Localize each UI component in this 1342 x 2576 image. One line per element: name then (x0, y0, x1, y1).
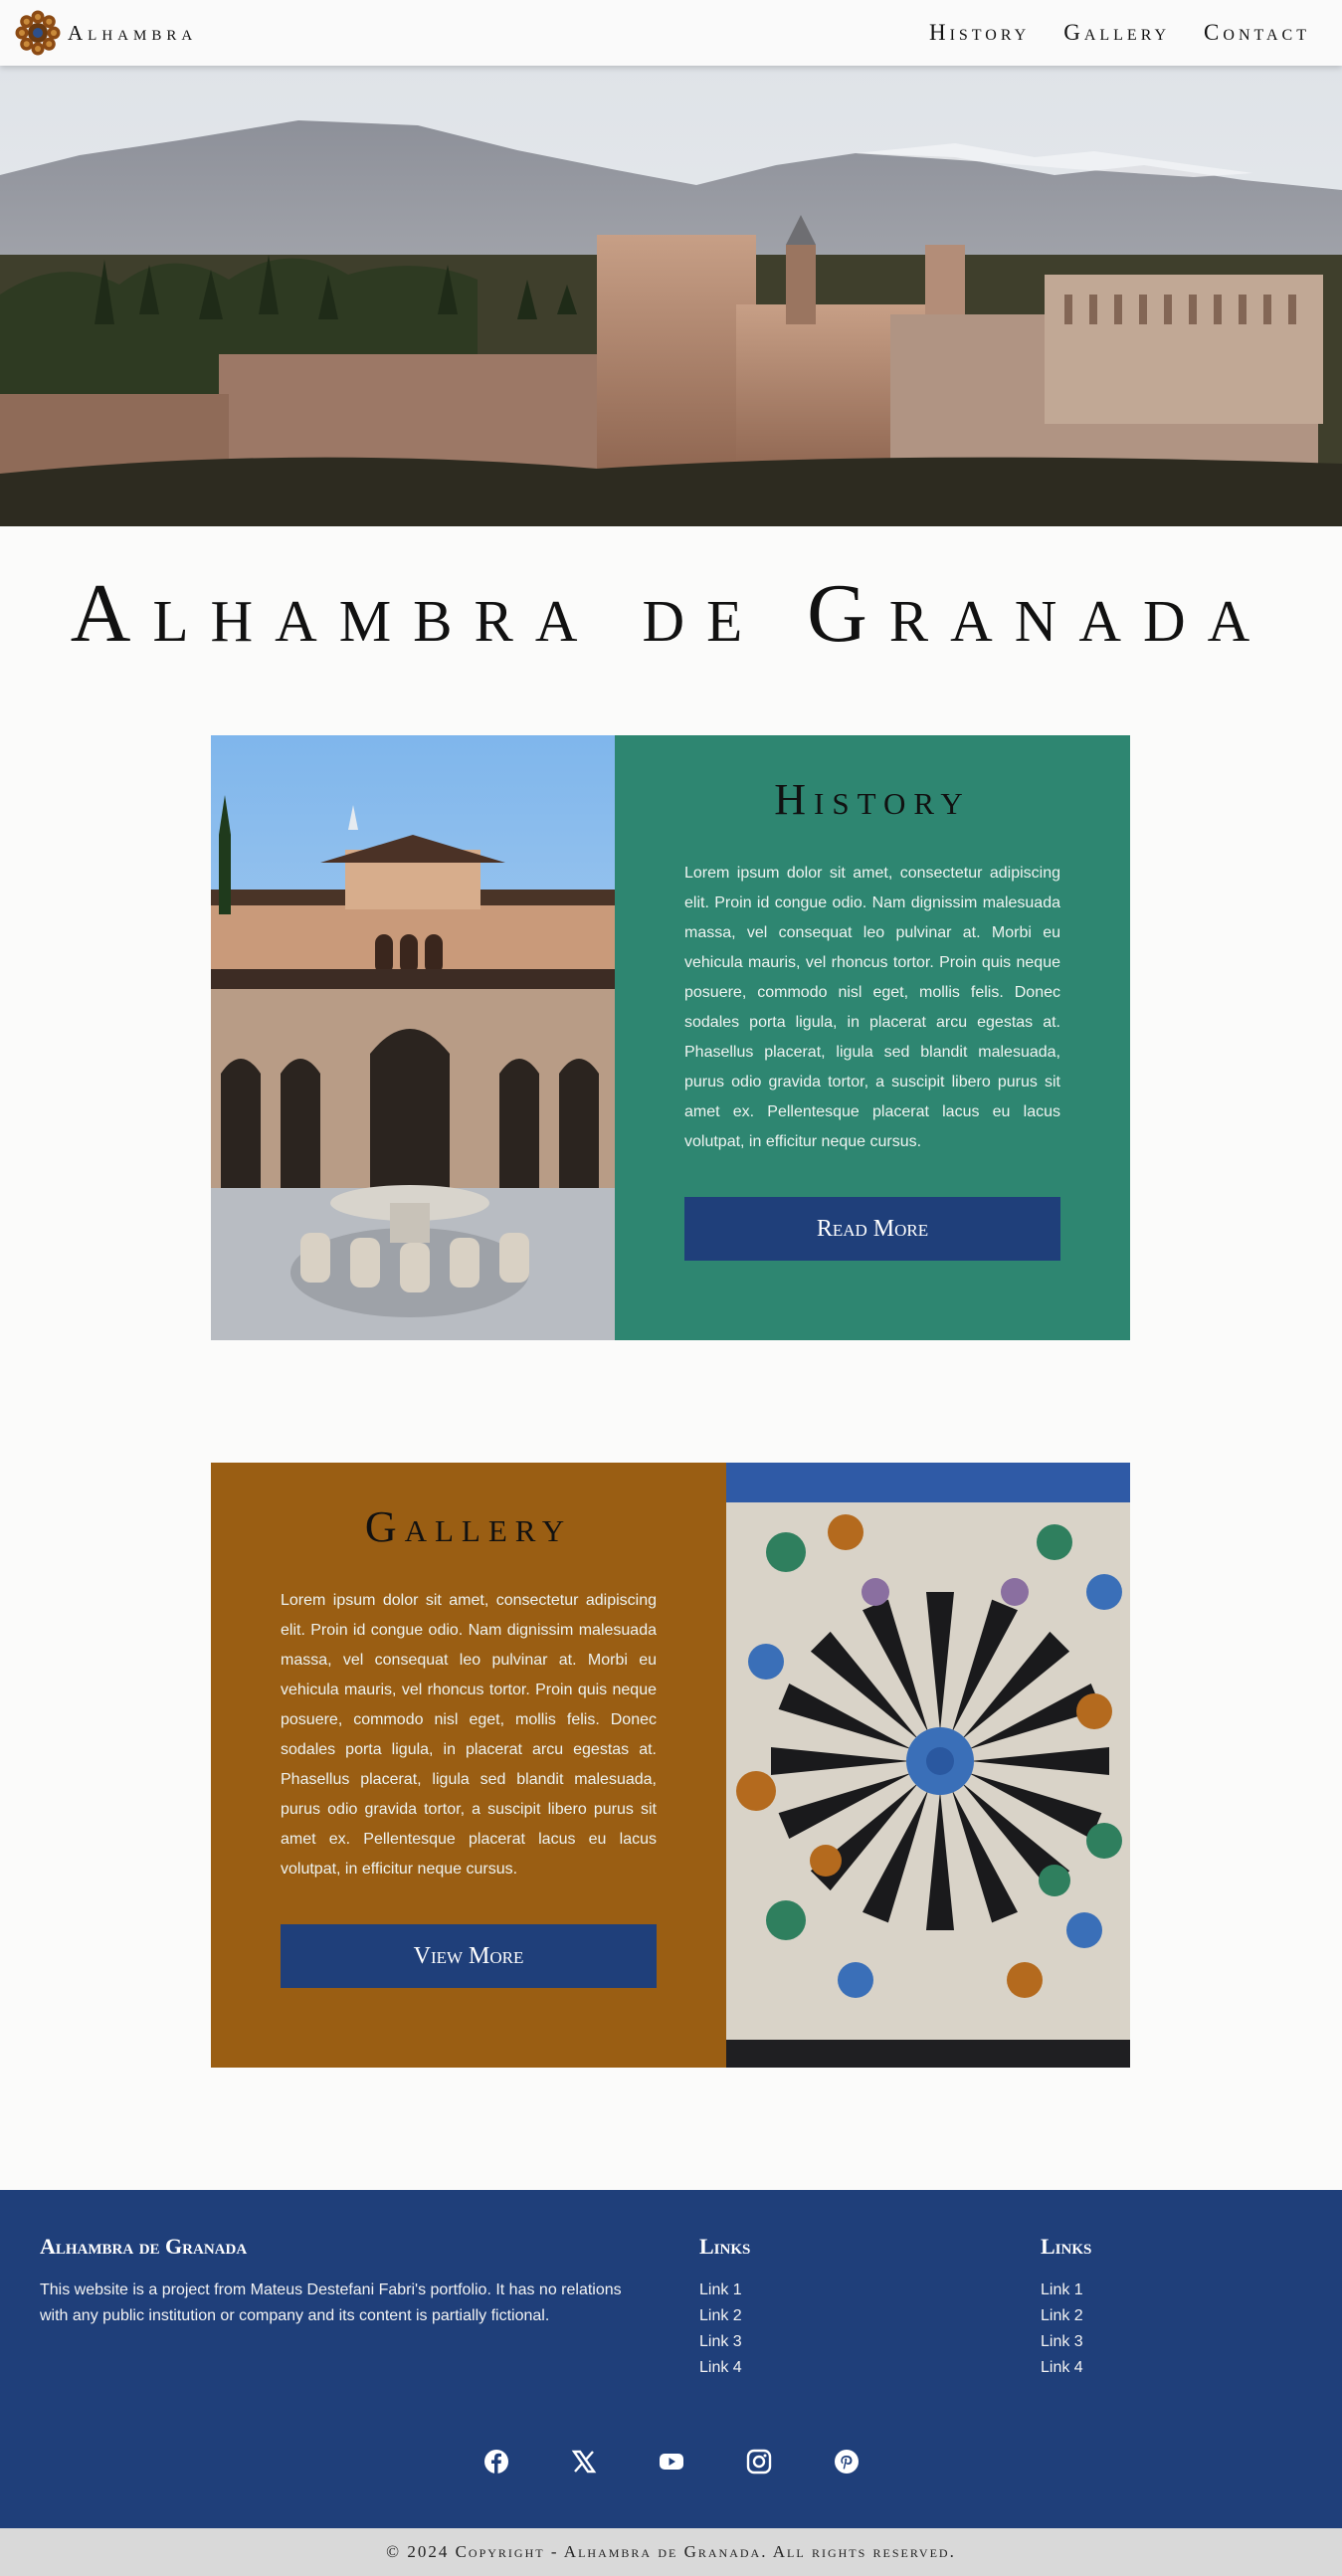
facebook-icon[interactable] (483, 2449, 509, 2475)
pinterest-icon[interactable] (834, 2449, 860, 2475)
social-icons (0, 2449, 1342, 2475)
footer-link-3[interactable]: Link 3 (1041, 2329, 1091, 2355)
footer-links-column-2: Links Link 1 Link 2 Link 3 Link 4 (1041, 2234, 1091, 2381)
footer-about-title: Alhambra de Granada (40, 2234, 248, 2259)
gallery-paragraph: Lorem ipsum dolor sit amet, consectetur … (281, 1592, 657, 1878)
history-paragraph: Lorem ipsum dolor sit amet, consectetur … (684, 865, 1060, 1150)
youtube-icon[interactable] (659, 2449, 684, 2475)
view-more-button[interactable]: View More (281, 1924, 657, 1988)
footer-link-1[interactable]: Link 1 (1041, 2278, 1091, 2303)
footer-link-4[interactable]: Link 4 (1041, 2355, 1091, 2381)
copyright-bar: © 2024 Copyright - Alhambra de Granada. … (0, 2528, 1342, 2576)
history-title: History (774, 775, 971, 824)
footer-about-text: This website is a project from Mateus De… (40, 2281, 622, 2324)
footer-links-title-2: Links (1041, 2234, 1092, 2259)
history-image (211, 735, 615, 1340)
history-section: History Lorem ipsum dolor sit amet, cons… (211, 735, 1130, 1340)
footer-links-title-1: Links (699, 2234, 751, 2259)
gallery-text-box: Gallery Lorem ipsum dolor sit amet, cons… (211, 1463, 726, 2068)
footer-about: Alhambra de Granada This website is a pr… (40, 2234, 637, 2329)
zellige-tile-image (726, 1463, 1130, 2068)
read-more-button[interactable]: Read More (684, 1197, 1060, 1261)
nav-link-gallery[interactable]: Gallery (1063, 20, 1170, 46)
gallery-image (726, 1463, 1130, 2068)
footer-link-2[interactable]: Link 2 (1041, 2303, 1091, 2329)
nav-link-history[interactable]: History (929, 20, 1030, 46)
footer-link-1[interactable]: Link 1 (699, 2278, 750, 2303)
footer-link-2[interactable]: Link 2 (699, 2303, 750, 2329)
alhambra-panorama-image (0, 66, 1342, 526)
gallery-title: Gallery (364, 1502, 573, 1551)
page-title: Alhambra de Granada (70, 567, 1272, 660)
gallery-section: Gallery Lorem ipsum dolor sit amet, cons… (211, 1463, 1130, 2068)
footer-links-column-1: Links Link 1 Link 2 Link 3 Link 4 (699, 2234, 750, 2381)
x-icon[interactable] (571, 2449, 597, 2475)
logo-text: Alhambra (68, 20, 198, 45)
instagram-icon[interactable] (746, 2449, 772, 2475)
top-navbar: Alhambra History Gallery Contact (0, 0, 1342, 66)
rosette-logo-icon (15, 10, 61, 56)
logo[interactable]: Alhambra (12, 7, 197, 59)
footer-link-4[interactable]: Link 4 (699, 2355, 750, 2381)
footer: Alhambra de Granada This website is a pr… (0, 2190, 1342, 2528)
hero-image (0, 66, 1342, 526)
court-of-lions-image (211, 735, 615, 1340)
footer-link-3[interactable]: Link 3 (699, 2329, 750, 2355)
nav-links: History Gallery Contact (929, 20, 1310, 46)
nav-link-contact[interactable]: Contact (1204, 20, 1310, 46)
history-text-box: History Lorem ipsum dolor sit amet, cons… (615, 735, 1130, 1340)
